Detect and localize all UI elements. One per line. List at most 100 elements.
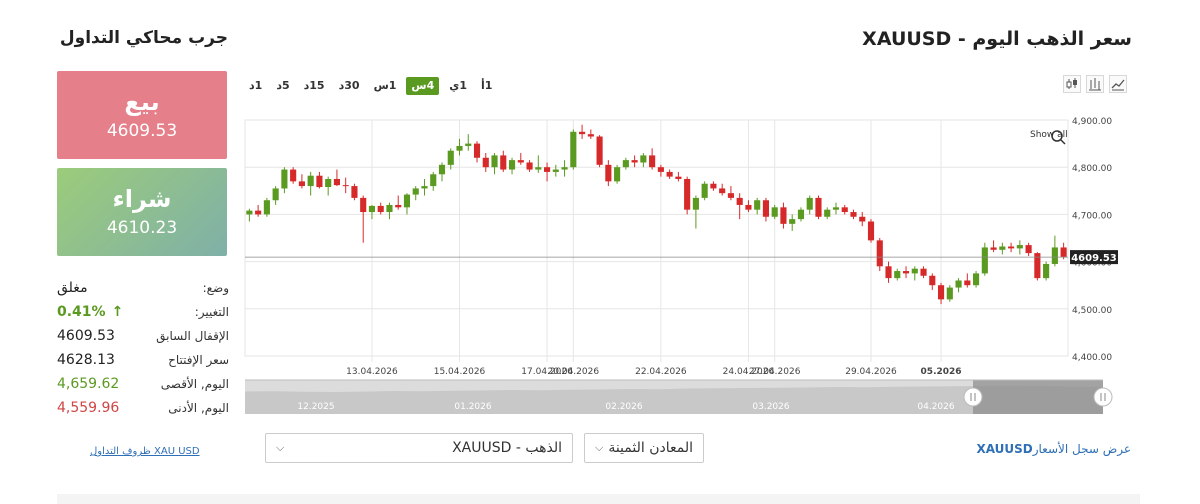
candle-body <box>999 246 1006 250</box>
y-tick-label: 4,700.00 <box>1072 211 1112 221</box>
candle-body <box>351 186 358 198</box>
candle-body <box>771 207 778 217</box>
footer-divider <box>57 494 1140 504</box>
candle-body <box>535 167 542 170</box>
candle-body <box>649 155 656 168</box>
candle-body <box>657 167 664 172</box>
candle-body <box>325 179 332 188</box>
candle-body <box>360 197 367 213</box>
candle-body <box>920 268 927 276</box>
candle-body <box>587 134 594 137</box>
candle-body <box>316 175 323 188</box>
navigator-right-handle[interactable] <box>1093 387 1113 407</box>
y-tick-label: 4,800.00 <box>1072 164 1112 174</box>
candle-body <box>412 188 419 195</box>
candle-body <box>964 280 971 286</box>
candle-body <box>281 169 288 189</box>
candle-body <box>298 181 305 187</box>
candle-body <box>395 204 402 208</box>
candle-body <box>692 197 699 210</box>
candle-body <box>421 186 428 189</box>
candle-body <box>876 240 883 267</box>
candle-body <box>815 197 822 217</box>
candle-body <box>885 266 892 279</box>
trading-conditions-link[interactable]: XAU USD ظروف التداول <box>90 446 200 457</box>
candle-body <box>850 212 857 217</box>
candle-body <box>666 171 673 177</box>
candle-body <box>255 210 262 215</box>
candle-body <box>1016 245 1023 249</box>
candle-body <box>946 287 953 300</box>
x-tick-label: 20.04.2026 <box>548 367 600 377</box>
navigator-label: 03.2026 <box>752 402 789 412</box>
navigator-label: 02.2026 <box>605 402 642 412</box>
history-text: عرض سجل الأسعار <box>1032 442 1131 456</box>
candle-body <box>710 183 717 189</box>
y-tick-label: 4,900.00 <box>1072 117 1112 127</box>
candle-body <box>526 162 533 170</box>
candle-body <box>508 160 516 170</box>
x-tick-label: 27.04.2026 <box>749 367 801 377</box>
candle-body <box>491 155 498 168</box>
candle-body <box>719 188 726 194</box>
candle-body <box>955 280 962 288</box>
candle-body <box>263 200 270 215</box>
candle-body <box>867 221 875 241</box>
price-history-link[interactable]: عرض سجل الأسعارXAUUSD <box>976 442 1131 456</box>
category-select-value: المعادن الثمينة <box>608 440 693 456</box>
candle-body <box>701 183 708 198</box>
candle-body <box>552 169 559 172</box>
candle-body <box>1051 247 1058 264</box>
current-price-label: 4609.53 <box>1071 253 1117 264</box>
candle-body <box>517 160 524 163</box>
candle-body <box>929 275 936 286</box>
candle-body <box>465 143 472 146</box>
symbol-select[interactable]: ⌵ XAUUSD - الذهب <box>265 433 573 463</box>
candle-body <box>832 207 840 210</box>
candle-body <box>675 176 682 179</box>
x-tick-label: 29.04.2026 <box>845 367 897 377</box>
candle-body <box>614 167 621 182</box>
category-select[interactable]: ⌵ المعادن الثمينة <box>584 433 704 463</box>
candle-body <box>1025 245 1032 254</box>
candle-body <box>342 185 349 187</box>
candle-body <box>736 197 743 205</box>
navigator-label: 04.2026 <box>917 402 954 412</box>
price-chart[interactable]: 4,900.004,800.004,700.004,600.004,500.00… <box>0 0 1200 420</box>
navigator-left-handle[interactable] <box>963 387 983 407</box>
candle-body <box>543 167 551 172</box>
navigator-label: 12.2025 <box>297 402 334 412</box>
candle-body <box>438 164 446 175</box>
candle-body <box>596 136 603 165</box>
navigator-label: 01.2026 <box>454 402 491 412</box>
candle-body <box>762 200 770 217</box>
x-tick-label: 15.04.2026 <box>434 367 486 377</box>
candle-body <box>570 131 577 168</box>
candle-body <box>640 155 647 163</box>
navigator-window[interactable] <box>973 380 1103 414</box>
candle-body <box>780 207 787 224</box>
candle-body <box>937 285 945 300</box>
candle-body <box>307 175 314 187</box>
chevron-down-icon: ⌵ <box>276 441 285 454</box>
chevron-down-icon: ⌵ <box>595 441 604 454</box>
candle-body <box>482 157 489 168</box>
candle-body <box>368 205 376 213</box>
candle-body <box>473 143 481 158</box>
candle-body <box>797 209 805 220</box>
candle-body <box>727 193 734 198</box>
candle-body <box>902 271 910 274</box>
plot-area <box>244 119 1069 357</box>
candle-body <box>377 205 384 213</box>
candle-body <box>579 131 586 135</box>
x-tick-label: 05.2026 <box>921 367 962 377</box>
candle-body <box>447 150 454 165</box>
candle-body <box>990 247 997 250</box>
candle-body <box>745 204 752 210</box>
candle-body <box>684 179 691 210</box>
candle-body <box>403 194 411 208</box>
candle-body <box>754 200 761 210</box>
candle-body <box>500 155 507 170</box>
candle-body <box>894 271 901 279</box>
y-tick-label: 4,500.00 <box>1072 306 1112 316</box>
